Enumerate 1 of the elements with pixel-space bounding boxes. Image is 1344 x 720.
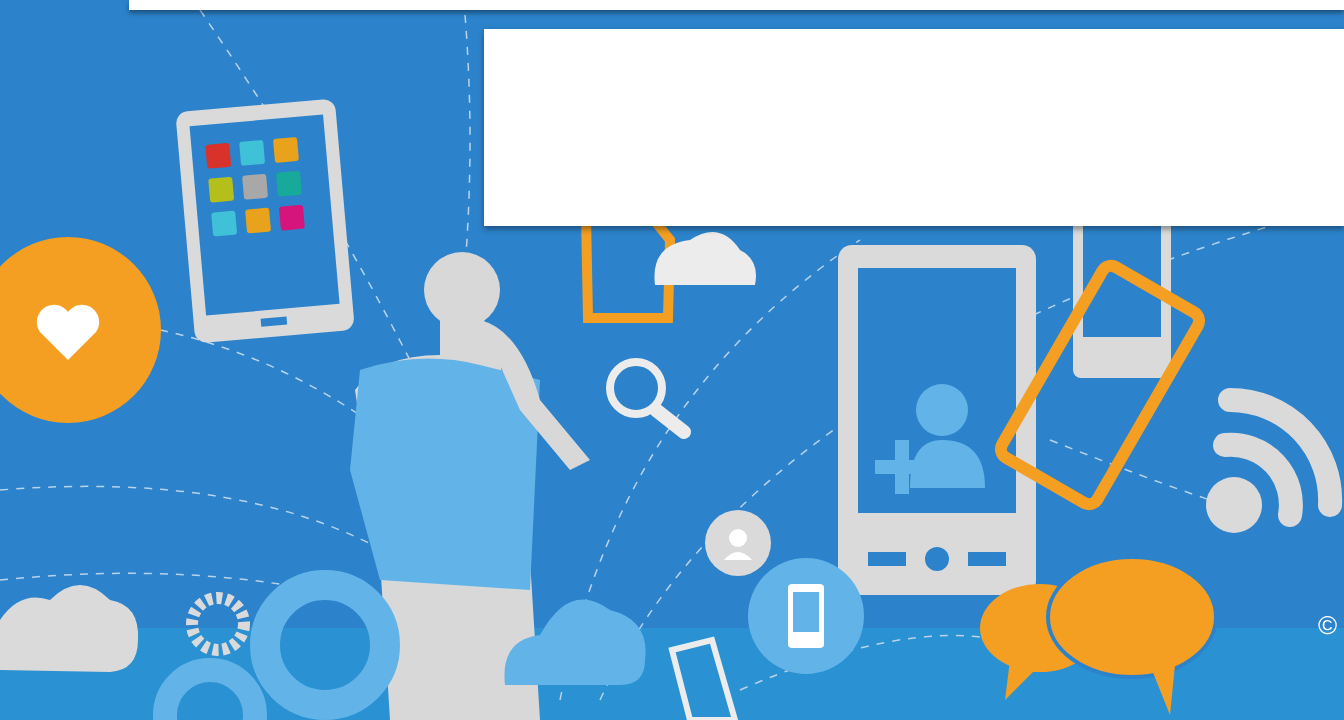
copyright-symbol: ©	[1318, 612, 1338, 638]
